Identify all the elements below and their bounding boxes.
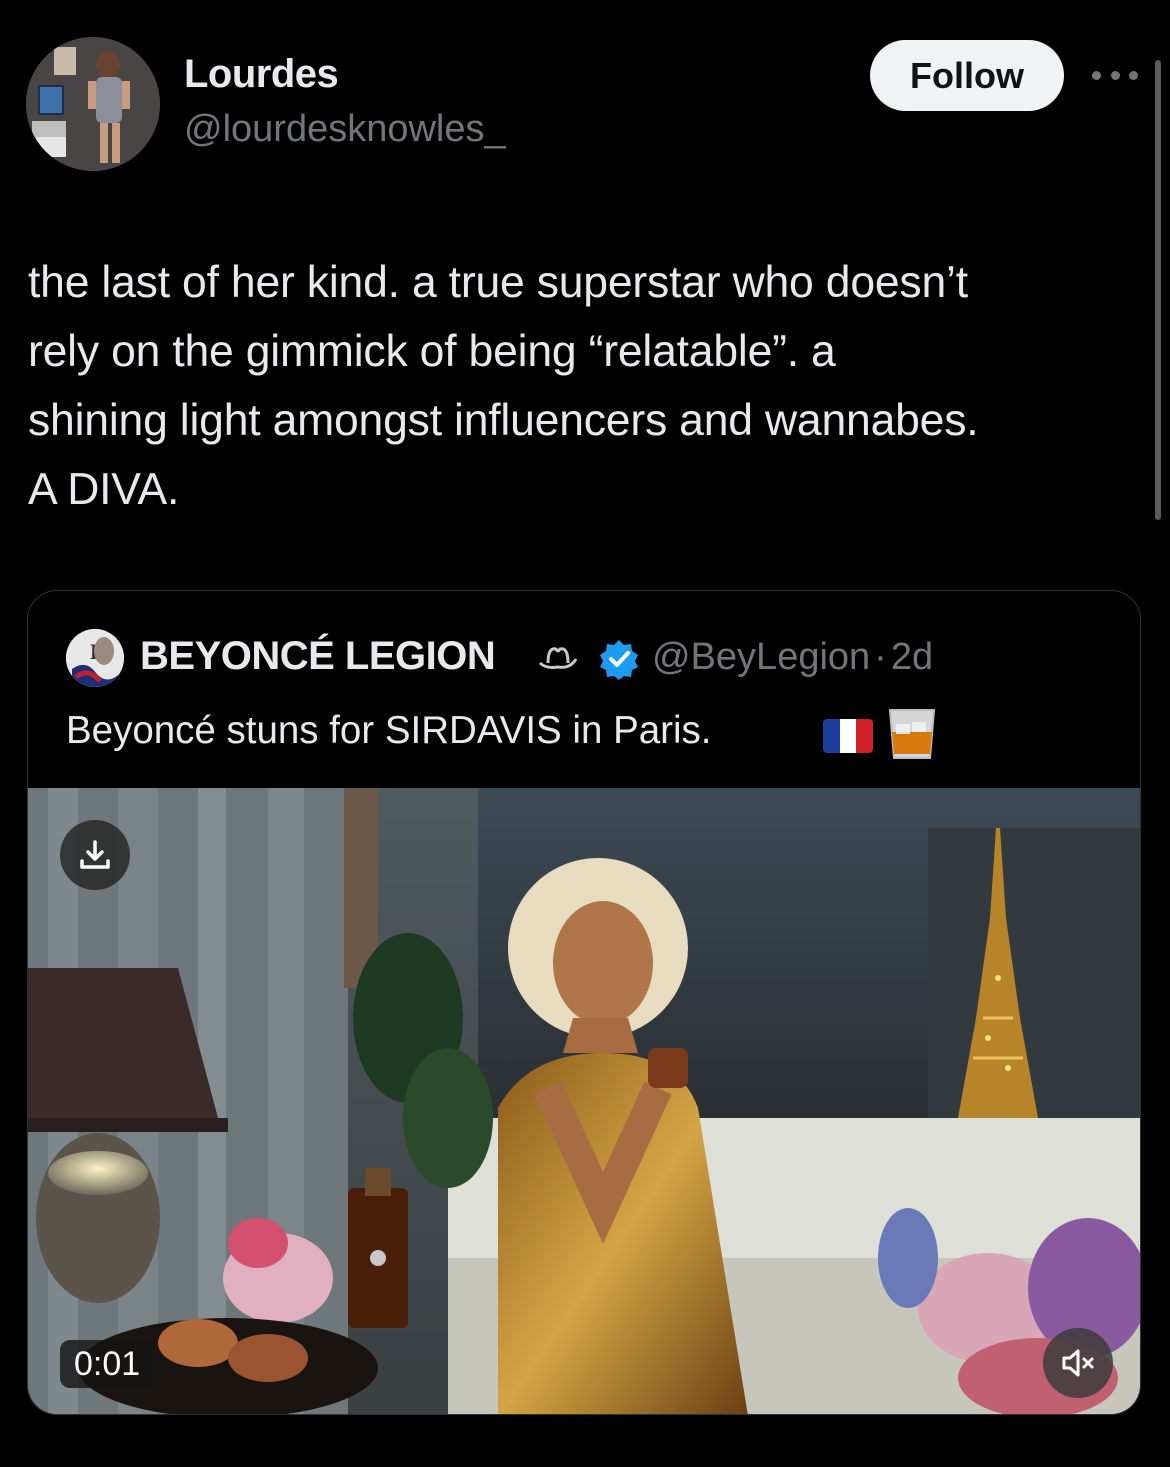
video-player[interactable]: 0:01 bbox=[28, 788, 1140, 1414]
quoted-author-avatar[interactable]: B bbox=[66, 629, 124, 687]
tweet-header: Lourdes @lourdesknowles_ Follow bbox=[0, 0, 1170, 200]
post-age[interactable]: 2d bbox=[891, 636, 933, 678]
author-name[interactable]: Lourdes bbox=[184, 52, 339, 97]
quoted-author-handle[interactable]: @BeyLegion bbox=[652, 636, 870, 678]
more-icon[interactable] bbox=[1092, 60, 1138, 90]
quoted-tweet-header: B BEYONCÉ LEGION @BeyLegion·2d Beyoncé s… bbox=[28, 591, 1140, 788]
download-icon[interactable] bbox=[60, 820, 130, 890]
verified-badge-icon bbox=[598, 638, 640, 680]
video-timestamp: 0:01 bbox=[60, 1340, 155, 1388]
france-flag-icon bbox=[823, 719, 873, 753]
separator: · bbox=[874, 636, 887, 678]
speaker-muted-icon[interactable] bbox=[1043, 1328, 1113, 1398]
follow-button[interactable]: Follow bbox=[870, 40, 1064, 111]
cowboy-hat-emoji-icon bbox=[536, 639, 580, 679]
tweet-text: the last of her kind. a true superstar w… bbox=[28, 258, 979, 514]
author-handle[interactable]: @lourdesknowles_ bbox=[184, 108, 506, 151]
tumbler-glass-icon bbox=[886, 706, 938, 762]
scrollbar[interactable] bbox=[1155, 60, 1161, 520]
quoted-tweet-text: Beyoncé stuns for SIRDAVIS in Paris. bbox=[66, 709, 712, 752]
video-frame bbox=[28, 788, 1140, 1414]
quoted-tweet[interactable]: B BEYONCÉ LEGION @BeyLegion·2d Beyoncé s… bbox=[27, 590, 1141, 1415]
quoted-author-name[interactable]: BEYONCÉ LEGION bbox=[140, 634, 496, 679]
author-avatar[interactable] bbox=[26, 37, 160, 171]
quoted-handle-and-age[interactable]: @BeyLegion · 2d bbox=[652, 636, 933, 679]
